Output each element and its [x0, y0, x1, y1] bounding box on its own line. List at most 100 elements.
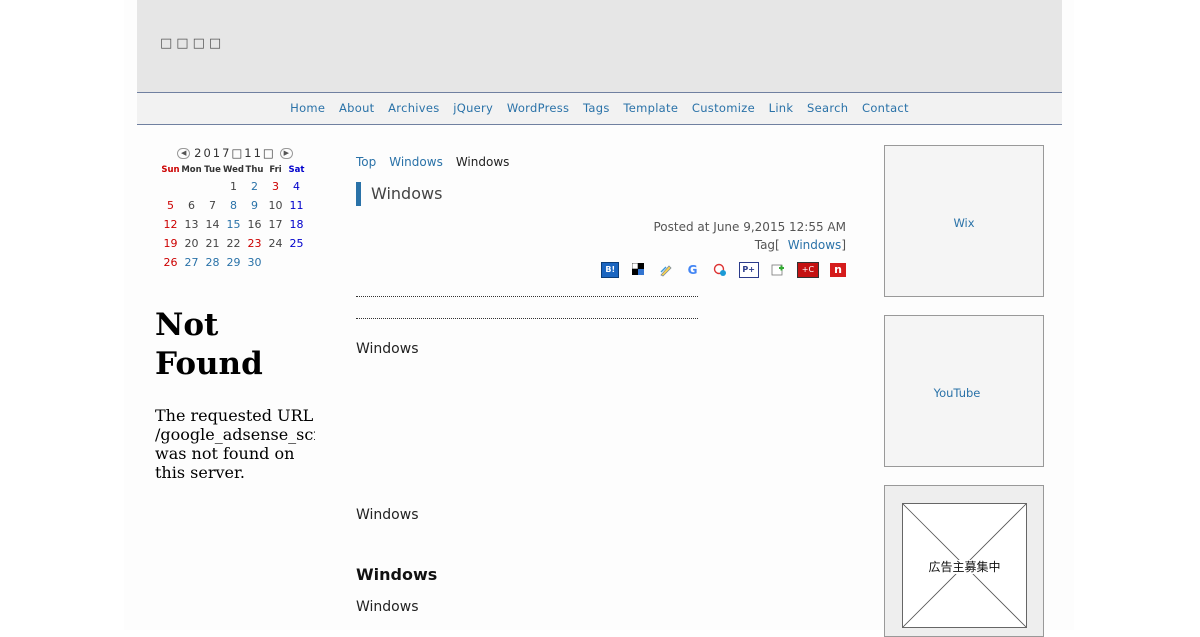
livedoor-clip-icon[interactable]	[657, 263, 673, 277]
calendar-day: 20	[184, 237, 199, 250]
calendar: ◀ 2017□11□ ▶ Sun Mon Tue Wed Thu Fri Sat 1…	[160, 146, 310, 272]
calendar-day: 3	[272, 180, 279, 193]
nav-about[interactable]: About	[339, 101, 375, 115]
weekday-mon: Mon	[181, 165, 202, 175]
nav-template[interactable]: Template	[623, 101, 678, 115]
nav-home[interactable]: Home	[290, 101, 325, 115]
post-tags: Tag[ Windows]	[653, 236, 846, 254]
calendar-day: 25	[289, 237, 304, 250]
social-bookmarks: B! G P+ +C n	[595, 259, 846, 278]
nav-customize[interactable]: Customize	[692, 101, 755, 115]
calendar-day: 22	[226, 237, 241, 250]
nav-tags[interactable]: Tags	[583, 101, 610, 115]
post-paragraph: Windows	[356, 341, 419, 357]
tag-link[interactable]: Windows	[788, 238, 842, 252]
calendar-grid: Sun Mon Tue Wed Thu Fri Sat 1 2 3 4 5 6 …	[160, 163, 307, 272]
calendar-day	[160, 177, 181, 196]
divider	[356, 318, 698, 319]
breadcrumb-current: Windows	[455, 155, 510, 169]
global-nav: Home About Archives jQuery WordPress Tag…	[137, 92, 1062, 125]
calendar-day-link[interactable]: 30	[244, 253, 265, 272]
calendar-day: 19	[163, 237, 178, 250]
breadcrumb: Top Windows Windows	[356, 155, 846, 171]
nav-wordpress[interactable]: WordPress	[507, 101, 570, 115]
ad-placeholder[interactable]: 広告主募集中	[902, 503, 1027, 628]
divider	[356, 296, 698, 297]
calendar-day: 1	[230, 180, 237, 193]
calendar-day: 17	[268, 218, 283, 231]
calendar-day: 21	[205, 237, 220, 250]
weekday-wed: Wed	[223, 165, 244, 175]
calendar-day: 26	[163, 256, 178, 269]
calendar-day-link[interactable]: 15	[223, 215, 244, 234]
calendar-day-link[interactable]: 29	[223, 253, 244, 272]
calendar-day: 6	[188, 199, 195, 212]
next-arrow-icon[interactable]: ▶	[279, 148, 293, 159]
post-date: Posted at June 9,2015 12:55 AM	[653, 220, 846, 234]
ad-label: 広告主募集中	[926, 560, 1003, 574]
post-title: Windows	[356, 182, 442, 206]
google-bookmark-icon[interactable]: G	[685, 263, 701, 277]
pookmark-icon[interactable]: P+	[738, 261, 759, 278]
site-header	[137, 0, 1062, 92]
ad-text: 広告主募集中	[903, 558, 1026, 575]
sidebar-box-youtube: YouTube	[884, 315, 1044, 467]
post-subheading: Windows	[356, 565, 438, 584]
prev-arrow-icon[interactable]: ◀	[177, 148, 191, 159]
tag-close: ]	[841, 238, 846, 252]
calendar-day: 23	[247, 237, 262, 250]
tag-label: Tag[	[754, 238, 780, 252]
breadcrumb-category[interactable]: Windows	[389, 155, 443, 169]
calendar-day: 4	[293, 180, 300, 193]
calendar-day: 14	[205, 218, 220, 231]
nav-link[interactable]: Link	[769, 101, 794, 115]
sidebar-link-wix[interactable]: Wix	[885, 216, 1043, 230]
calendar-header: ◀ 2017□11□ ▶	[160, 146, 310, 160]
sidebar-link-youtube[interactable]: YouTube	[871, 386, 1043, 400]
calendar-day	[265, 253, 286, 272]
calendar-day-link[interactable]: 9	[244, 196, 265, 215]
calendar-day-link[interactable]: 27	[181, 253, 202, 272]
not-found-message: The requested URL /google_adsense_scr wa…	[155, 406, 315, 482]
calendar-day: 11	[289, 199, 304, 212]
yahoo-bookmark-icon[interactable]	[770, 263, 786, 277]
sidebar-box-wix: Wix	[884, 145, 1044, 297]
calendar-day-link[interactable]: 2	[244, 177, 265, 196]
nav-search[interactable]: Search	[807, 101, 848, 115]
post-paragraph: Windows	[356, 599, 419, 615]
post-paragraph: Windows	[356, 507, 419, 523]
calendar-day: 12	[163, 218, 178, 231]
weekday-sat: Sat	[288, 165, 305, 175]
not-found-heading: Not Found	[155, 307, 263, 382]
weekday-tue: Tue	[204, 165, 221, 175]
calendar-day	[202, 177, 223, 196]
calendar-day: 7	[209, 199, 216, 212]
calendar-day: 24	[268, 237, 283, 250]
weekday-sun: Sun	[161, 165, 180, 175]
choix-icon[interactable]: +C	[796, 261, 819, 278]
site-title[interactable]: □□□□	[160, 36, 225, 51]
calendar-day-link[interactable]: 8	[223, 196, 244, 215]
hatena-bookmark-icon[interactable]: B!	[601, 261, 620, 278]
nav-contact[interactable]: Contact	[862, 101, 909, 115]
not-found-frame: Not Found The requested URL /google_adse…	[155, 306, 315, 482]
nav-archives[interactable]: Archives	[388, 101, 439, 115]
calendar-day	[181, 177, 202, 196]
breadcrumb-top[interactable]: Top	[356, 155, 376, 169]
ad-banner[interactable]: 広告主募集中	[884, 485, 1044, 637]
post-meta: Posted at June 9,2015 12:55 AM Tag[ Windo…	[653, 218, 846, 254]
buzzurl-icon[interactable]	[712, 263, 728, 277]
nav-jquery[interactable]: jQuery	[453, 101, 493, 115]
weekday-thu: Thu	[245, 165, 264, 175]
calendar-day	[286, 253, 307, 272]
weekday-fri: Fri	[269, 165, 282, 175]
calendar-day: 10	[268, 199, 283, 212]
calendar-day: 5	[167, 199, 174, 212]
calendar-day: 16	[247, 218, 262, 231]
delicious-icon[interactable]	[630, 262, 646, 277]
calendar-day: 13	[184, 218, 199, 231]
calendar-day-link[interactable]: 28	[202, 253, 223, 272]
calendar-month: 2017□11□	[194, 146, 276, 160]
newsing-icon[interactable]: n	[830, 262, 846, 277]
calendar-day: 18	[289, 218, 304, 231]
